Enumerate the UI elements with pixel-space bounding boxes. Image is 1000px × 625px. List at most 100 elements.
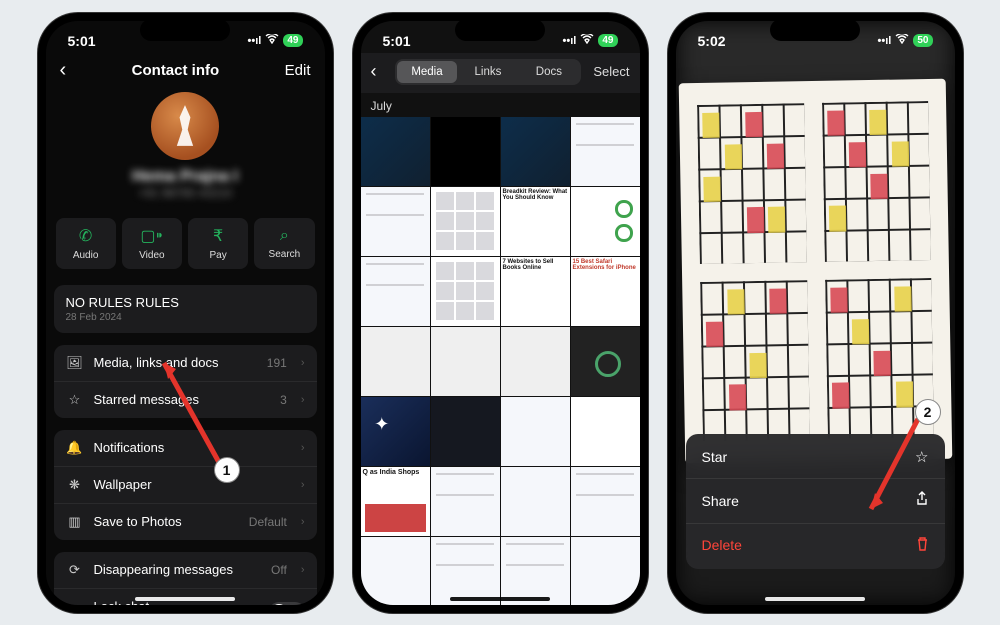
avatar[interactable] [151, 92, 219, 160]
save-photos-label: Save to Photos [94, 514, 239, 529]
media-thumbnail[interactable] [431, 117, 500, 186]
disappearing-messages-row[interactable]: ⟳ Disappearing messages Off › [54, 552, 317, 588]
contact-name: Hema Prajna I [132, 168, 238, 186]
share-label: Share [702, 493, 739, 509]
pay-button[interactable]: ₹ Pay [188, 218, 248, 269]
edit-button[interactable]: Edit [285, 62, 311, 79]
media-thumbnail[interactable] [571, 397, 640, 466]
status-time: 5:02 [698, 33, 726, 49]
pinned-message[interactable]: NO RULES RULES 28 Feb 2024 [54, 285, 317, 333]
video-label: Video [139, 250, 164, 261]
media-thumbnail[interactable] [361, 327, 430, 396]
pinned-title: NO RULES RULES [66, 295, 305, 310]
annotation-badge-1: 1 [214, 457, 240, 483]
wifi-icon [580, 34, 594, 47]
media-thumbnail[interactable]: 15 Best Safari Extensions for iPhone [571, 257, 640, 326]
chevron-right-icon: › [301, 357, 305, 369]
media-thumbnail[interactable]: Breadkit Review: What You Should Know [501, 187, 570, 256]
wifi-icon [265, 34, 279, 47]
media-thumbnail[interactable] [431, 187, 500, 256]
disappearing-label: Disappearing messages [94, 562, 262, 577]
chevron-right-icon: › [301, 516, 305, 528]
home-indicator [135, 597, 235, 601]
back-button[interactable]: ‹ [60, 59, 67, 82]
media-thumbnail[interactable] [571, 187, 640, 256]
search-label: Search [269, 249, 301, 260]
signal-icon: ••ıl [563, 35, 577, 47]
media-thumbnail[interactable] [571, 327, 640, 396]
signal-icon: ••ıl [878, 35, 892, 47]
pay-label: Pay [210, 250, 227, 261]
media-thumbnail[interactable] [501, 537, 570, 605]
lock-chat-toggle[interactable] [269, 602, 305, 604]
save-photos-value: Default [249, 515, 287, 529]
rupee-icon: ₹ [213, 226, 223, 246]
home-indicator [450, 597, 550, 601]
chevron-right-icon: › [301, 564, 305, 576]
media-thumbnail[interactable] [501, 397, 570, 466]
media-grid: Breadkit Review: What You Should Know 7 … [361, 117, 640, 605]
annotation-badge-2: 2 [915, 399, 941, 425]
battery-badge: 49 [598, 34, 617, 47]
grid-sketch [821, 101, 930, 262]
media-thumbnail[interactable] [431, 397, 500, 466]
media-count: 191 [267, 356, 287, 370]
tab-links[interactable]: Links [457, 61, 518, 83]
media-thumbnail[interactable] [431, 257, 500, 326]
signal-icon: ••ıl [248, 35, 262, 47]
media-thumbnail[interactable] [361, 187, 430, 256]
wifi-icon [895, 34, 909, 47]
grid-sketch [697, 103, 806, 264]
chevron-right-icon: › [301, 442, 305, 454]
media-thumbnail[interactable] [501, 467, 570, 536]
back-button[interactable]: ‹ [371, 61, 389, 82]
media-thumbnail[interactable] [571, 117, 640, 186]
pinned-date: 28 Feb 2024 [66, 312, 305, 323]
bell-icon: 🔔 [66, 440, 84, 456]
phone-icon: ✆ [79, 226, 92, 246]
media-thumbnail[interactable] [361, 257, 430, 326]
photo-preview[interactable] [678, 78, 952, 463]
segment-control: Media Links Docs [395, 59, 582, 85]
annotation-arrow-2 [853, 411, 933, 531]
save-to-photos-row[interactable]: ▥ Save to Photos Default › [54, 503, 317, 540]
media-thumbnail[interactable] [501, 327, 570, 396]
starred-count: 3 [280, 393, 287, 407]
media-thumbnail[interactable] [361, 397, 430, 466]
page-title: Contact info [132, 62, 220, 79]
video-call-button[interactable]: ▢⁍ Video [122, 218, 182, 269]
photos-icon: ▥ [66, 514, 84, 530]
status-time: 5:01 [68, 33, 96, 49]
star-icon: ☆ [66, 392, 84, 408]
media-thumbnail[interactable] [501, 117, 570, 186]
media-thumbnail[interactable] [431, 327, 500, 396]
battery-badge: 49 [283, 34, 302, 47]
media-thumbnail[interactable]: 7 Websites to Sell Books Online [501, 257, 570, 326]
trash-icon [916, 536, 929, 555]
media-thumbnail[interactable] [431, 537, 500, 605]
media-thumbnail[interactable] [431, 467, 500, 536]
tab-media[interactable]: Media [397, 61, 458, 83]
tab-docs[interactable]: Docs [518, 61, 579, 83]
media-thumbnail[interactable] [571, 467, 640, 536]
chevron-right-icon: › [301, 479, 305, 491]
audio-call-button[interactable]: ✆ Audio [56, 218, 116, 269]
select-button[interactable]: Select [587, 64, 629, 79]
video-icon: ▢⁍ [140, 226, 163, 246]
section-header: July [361, 93, 640, 117]
home-indicator [765, 597, 865, 601]
media-thumbnail[interactable]: Q as India Shops [361, 467, 430, 536]
contact-phone: +91 98765 43210 [138, 186, 232, 200]
timer-icon: ⟳ [66, 562, 84, 578]
disappearing-value: Off [271, 563, 287, 577]
battery-badge: 50 [913, 34, 932, 47]
media-thumbnail[interactable] [361, 537, 430, 605]
chevron-right-icon: › [301, 394, 305, 406]
wallpaper-icon: ❋ [66, 477, 84, 493]
star-label: Star [702, 449, 728, 465]
search-button[interactable]: ⌕ Search [254, 218, 314, 269]
delete-label: Delete [702, 537, 742, 553]
media-thumbnail[interactable] [361, 117, 430, 186]
grid-sketch [700, 280, 809, 441]
media-thumbnail[interactable] [571, 537, 640, 605]
